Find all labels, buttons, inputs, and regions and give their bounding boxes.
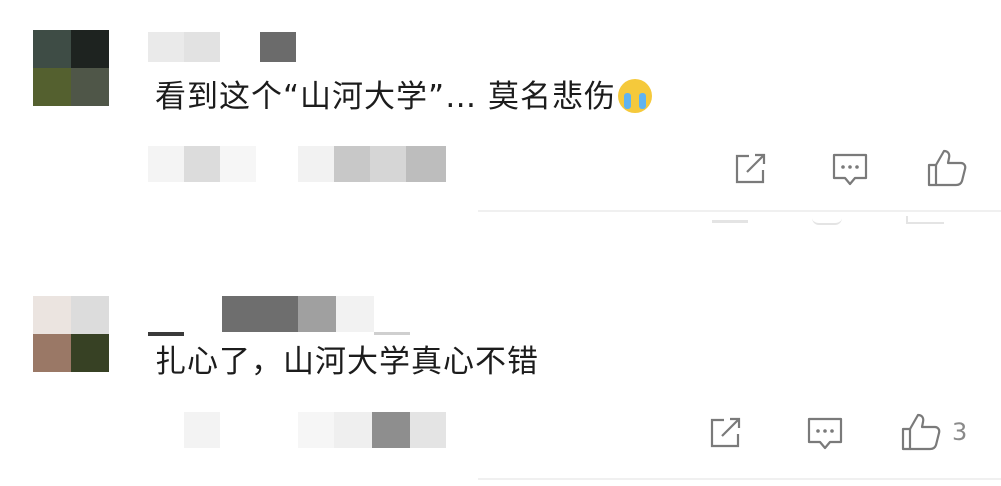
comment-body: 扎心了，山河大学真心不错 <box>155 344 539 380</box>
like-button[interactable]: 3 <box>900 412 967 452</box>
share-button[interactable] <box>708 416 744 450</box>
reply-icon <box>807 417 843 450</box>
share-button[interactable] <box>733 152 769 186</box>
comment-item: 扎心了，山河大学真心不错 3 <box>0 250 1001 486</box>
avatar[interactable] <box>33 296 109 372</box>
reply-button[interactable] <box>806 416 844 452</box>
comment-body: 看到这个“山河大学”… 莫名悲伤 <box>155 79 616 115</box>
divider <box>478 210 1001 212</box>
comment-text: 看到这个“山河大学”… 莫名悲伤 <box>155 77 652 117</box>
like-icon <box>927 149 967 187</box>
like-icon <box>901 413 941 451</box>
loudly-crying-emoji-icon <box>617 79 652 113</box>
comment-item: 看到这个“山河大学”… 莫名悲伤 <box>0 0 1001 250</box>
like-count: 3 <box>952 418 968 446</box>
avatar[interactable] <box>33 30 109 106</box>
reply-button[interactable] <box>831 152 869 188</box>
comment-text: 扎心了，山河大学真心不错 <box>155 342 539 382</box>
divider <box>478 478 1001 480</box>
share-icon <box>735 153 766 184</box>
like-button[interactable] <box>926 148 978 188</box>
share-icon <box>710 417 741 448</box>
reply-icon <box>832 153 868 186</box>
